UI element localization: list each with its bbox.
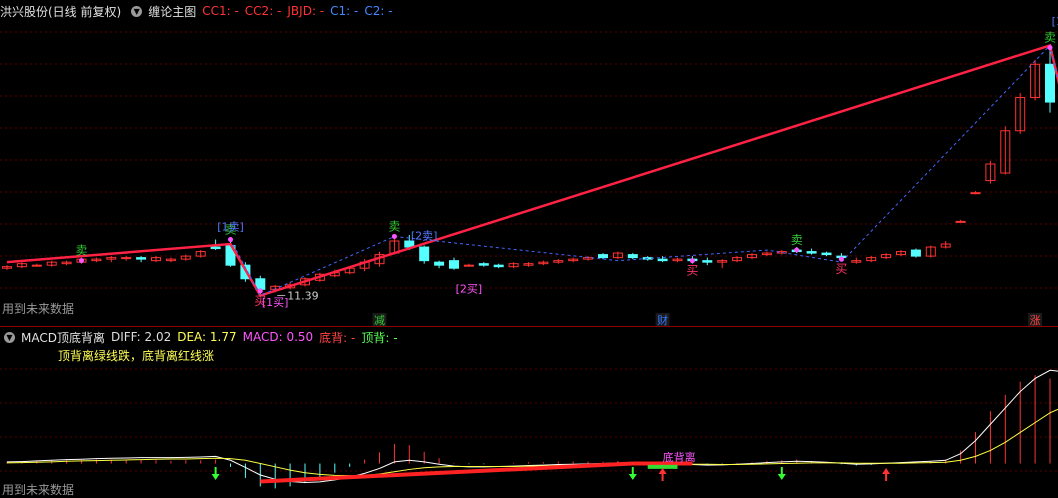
- candle: [657, 258, 668, 262]
- signal-dot: [794, 247, 800, 253]
- candle: [449, 260, 459, 269]
- down-arrow-head: [211, 474, 220, 480]
- signal-dot: [1047, 45, 1053, 51]
- candle: [419, 246, 430, 262]
- bsp-label: [1卖]: [217, 220, 244, 233]
- up-arrow-head: [882, 468, 891, 474]
- candle: [210, 246, 221, 250]
- buy-signal: 买: [686, 264, 698, 278]
- event-marker: 减: [374, 314, 385, 326]
- down-arrow-head: [628, 474, 637, 480]
- sell-signal: 卖: [75, 244, 87, 258]
- signal-dot: [391, 233, 397, 239]
- candle: [136, 257, 147, 260]
- event-marker: 财: [657, 313, 668, 326]
- candlestick-chart[interactable]: 卖卖买卖买卖买卖买[1卖][2卖][1买][2买][1卖]11.3927.95减…: [0, 0, 1058, 326]
- bsp-label: [2买]: [456, 282, 483, 295]
- sub-future-data-note: 用到未来数据: [2, 483, 75, 497]
- candle: [806, 251, 817, 254]
- signal-dot: [257, 288, 263, 294]
- signal-dot: [838, 256, 844, 262]
- candle: [493, 264, 504, 268]
- candle: [598, 254, 608, 259]
- candle: [970, 192, 981, 195]
- sell-signal: 卖: [388, 219, 400, 233]
- candle: [434, 261, 445, 266]
- sell-signal: 卖: [1044, 31, 1056, 45]
- divergence-label: 底背离: [663, 450, 696, 464]
- bi-line: [6, 43, 1058, 298]
- main-future-data-note: 用到未来数据: [2, 302, 75, 316]
- candle: [463, 264, 474, 267]
- dea-line: [6, 408, 1058, 477]
- candle: [1045, 63, 1055, 103]
- bsp-label: [1卖]: [1052, 15, 1058, 28]
- buy-signal: 买: [835, 262, 847, 276]
- candle: [627, 254, 638, 259]
- candle: [910, 249, 921, 257]
- candle: [702, 260, 713, 263]
- candle: [31, 264, 42, 267]
- signal-dot: [79, 258, 84, 264]
- price-label: 11.39: [287, 290, 319, 303]
- down-arrow-head: [777, 474, 786, 480]
- bsp-label: [2卖]: [411, 230, 438, 243]
- macd-chart[interactable]: 底背离: [0, 327, 1058, 498]
- candle: [955, 220, 966, 223]
- candle: [121, 257, 132, 260]
- signal-dot: [689, 258, 695, 264]
- candle: [478, 263, 489, 266]
- bsp-label: [1买]: [262, 296, 289, 309]
- sell-signal: 卖: [791, 233, 803, 247]
- chart-window: 洪兴股份(日线 前复权) ▼ 缠论主图 CC1: - CC2: - JBJD: …: [0, 0, 1058, 498]
- candle: [821, 252, 832, 256]
- signal-dot: [228, 236, 233, 242]
- event-marker: 涨: [1030, 314, 1041, 326]
